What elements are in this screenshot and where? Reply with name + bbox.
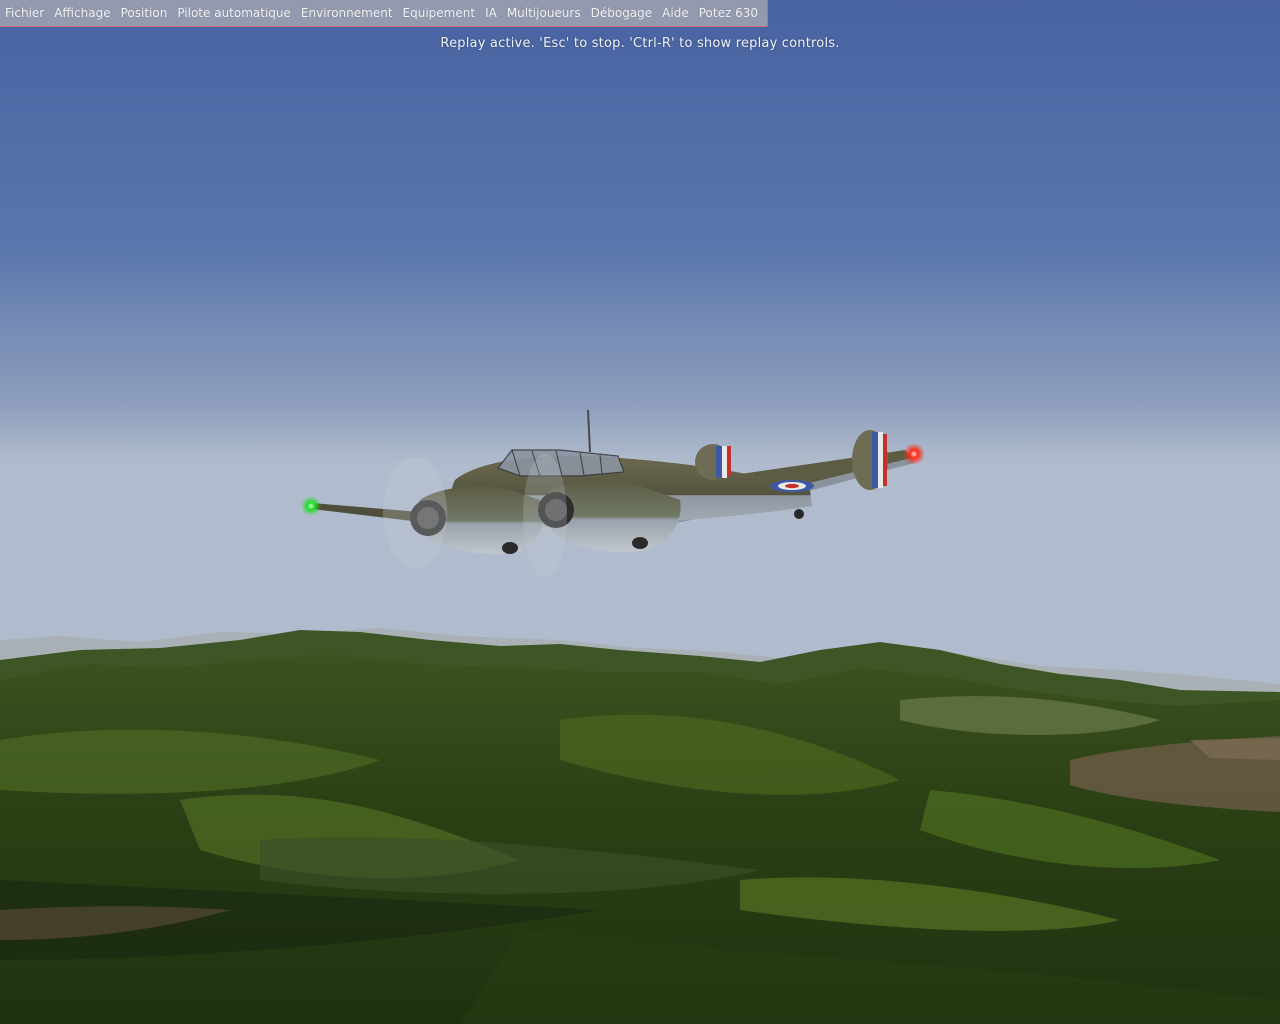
left-propeller-blur — [383, 457, 447, 569]
replay-status-message: Replay active. 'Esc' to stop. 'Ctrl-R' t… — [440, 36, 840, 51]
nav-light-left — [301, 496, 321, 516]
tail-wheel — [794, 509, 804, 519]
main-wheel-left — [502, 542, 518, 554]
menu-aircraft[interactable]: Potez 630 — [694, 0, 763, 27]
menu-equipment[interactable]: Equipement — [398, 0, 481, 27]
3d-viewport[interactable]: Fichier Affichage Position Pilote automa… — [0, 0, 1280, 1024]
menu-bar: Fichier Affichage Position Pilote automa… — [0, 0, 768, 27]
menu-help[interactable]: Aide — [657, 0, 694, 27]
tail-fin-left — [695, 444, 731, 480]
sky — [0, 0, 1280, 700]
menu-debug[interactable]: Débogage — [586, 0, 658, 27]
menu-ai[interactable]: IA — [480, 0, 502, 27]
flight-scene — [0, 0, 1280, 1024]
menu-multiplayer[interactable]: Multijoueurs — [502, 0, 586, 27]
menu-view[interactable]: Affichage — [49, 0, 115, 27]
menu-autopilot[interactable]: Pilote automatique — [172, 0, 296, 27]
menu-location[interactable]: Position — [116, 0, 173, 27]
menu-environment[interactable]: Environnement — [296, 0, 398, 27]
menu-file[interactable]: Fichier — [0, 0, 49, 27]
right-propeller-blur — [523, 454, 567, 578]
tail-fin-right — [852, 430, 888, 490]
nav-light-right — [903, 443, 925, 465]
main-wheel-right — [632, 537, 648, 549]
